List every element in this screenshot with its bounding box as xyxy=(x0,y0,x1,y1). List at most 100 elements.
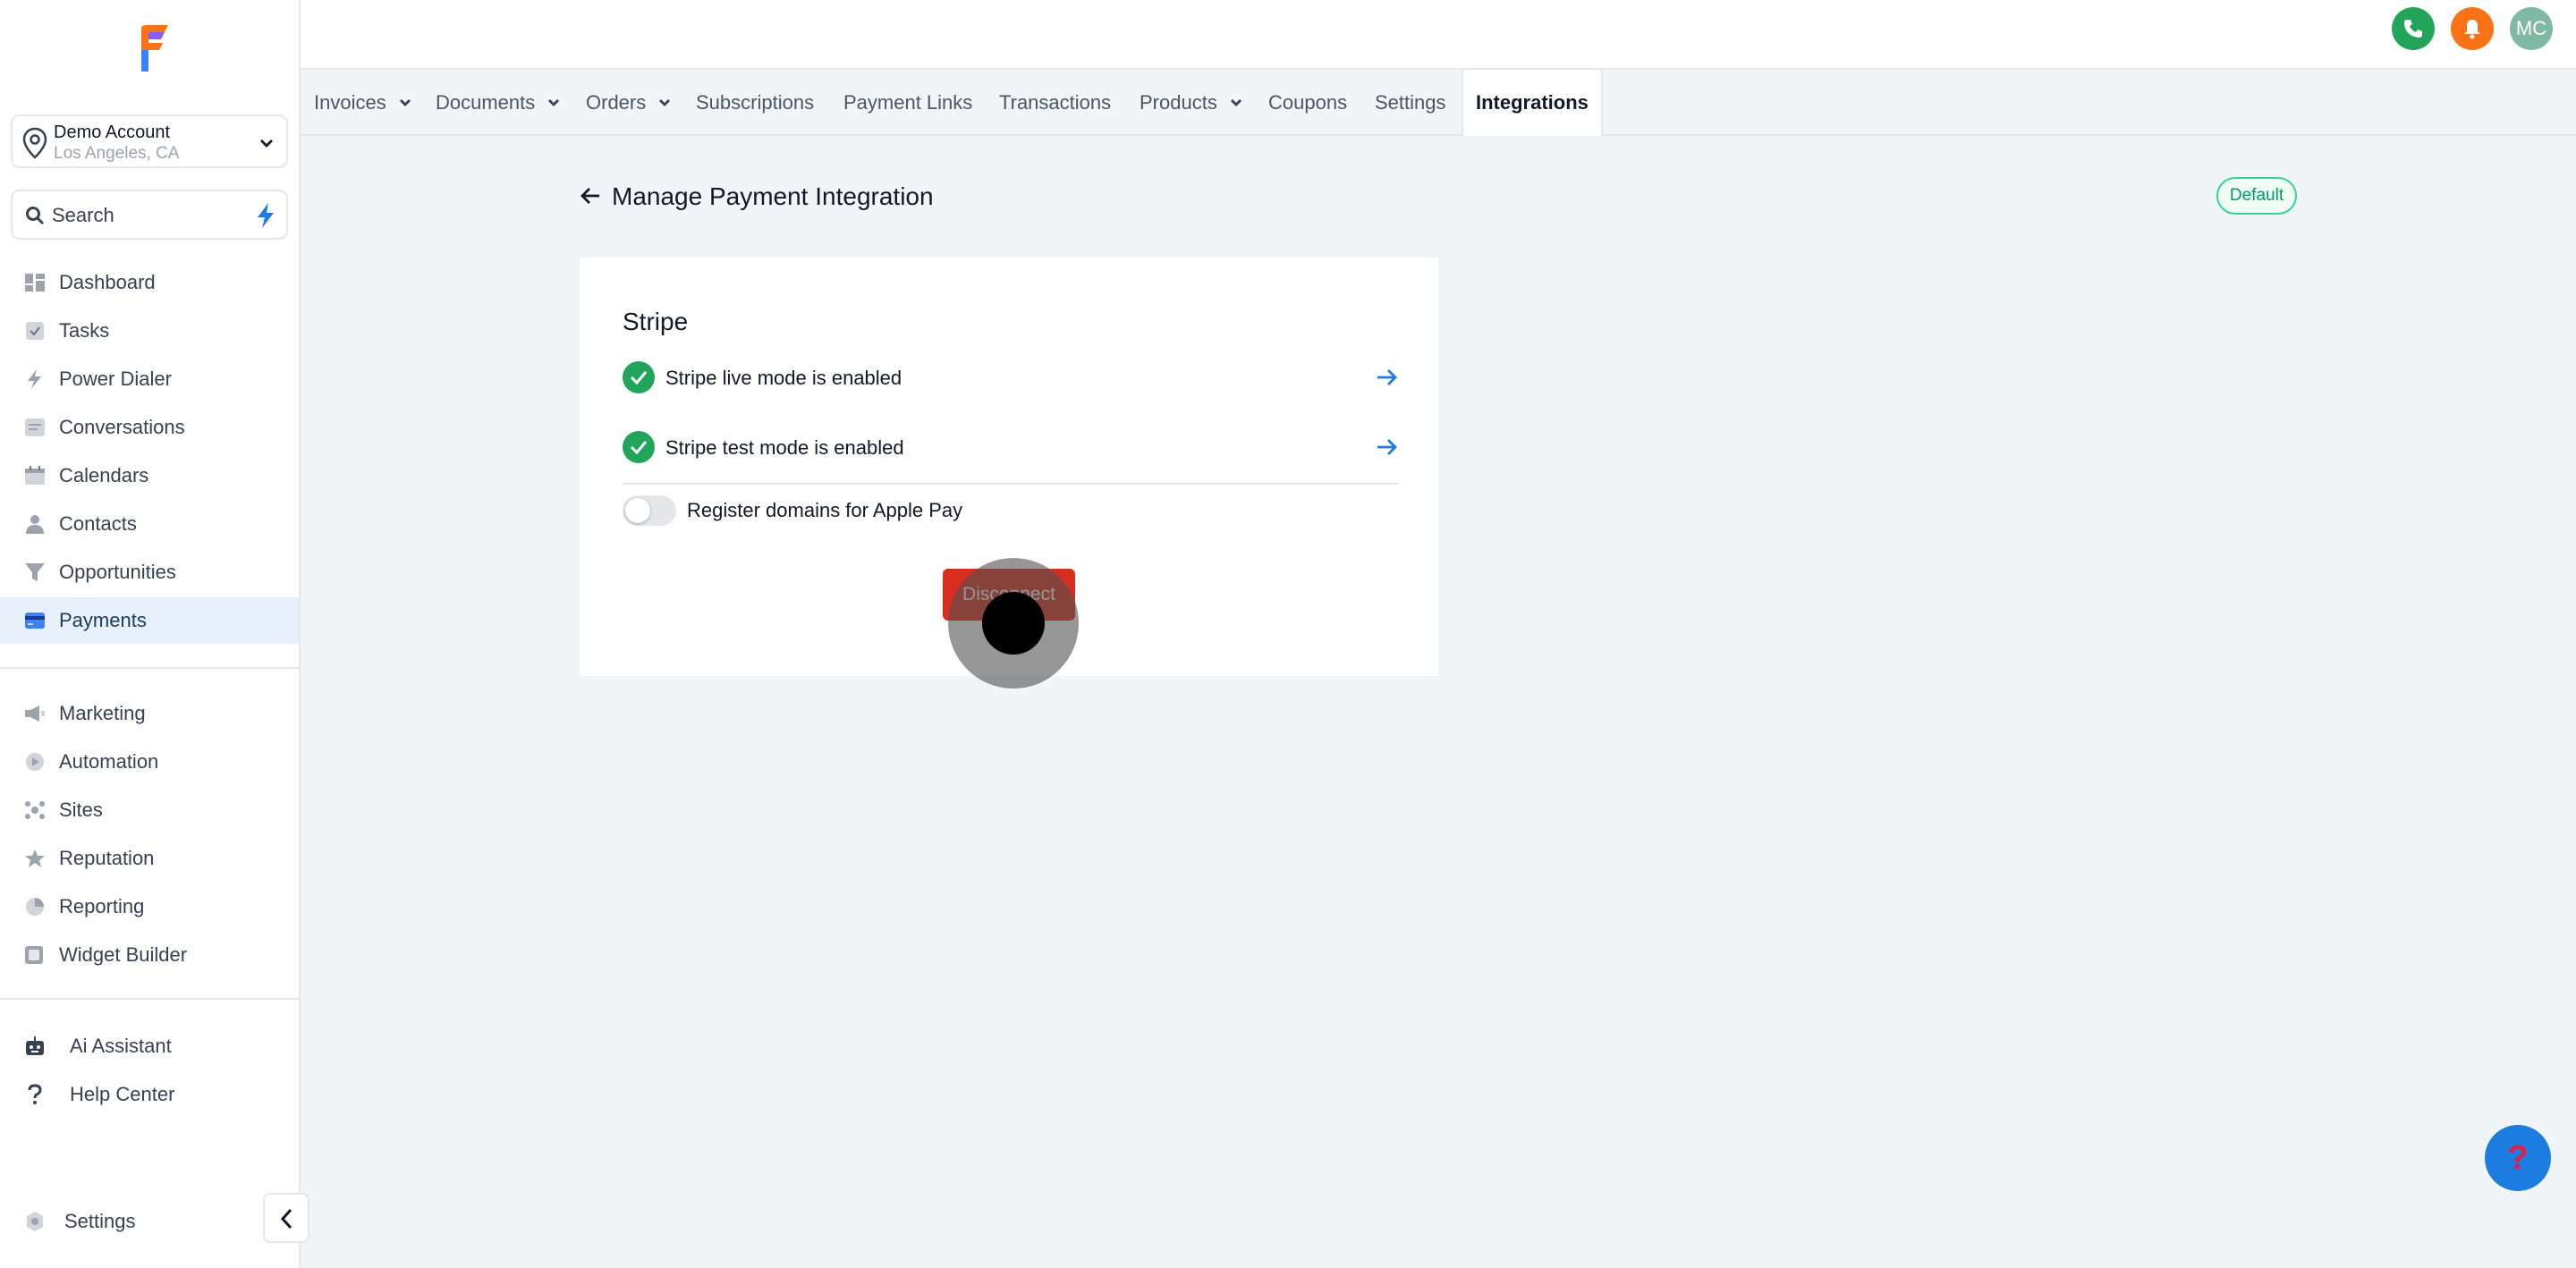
card-title: Stripe xyxy=(623,308,689,335)
location-pin-icon xyxy=(22,127,47,159)
sidebar-item-label: Calendars xyxy=(59,464,149,486)
status-badge: Default xyxy=(2216,177,2297,215)
sidebar-item-marketing[interactable]: Marketing xyxy=(0,690,299,737)
arrow-right-icon[interactable] xyxy=(1376,367,1399,388)
tab-label: Settings xyxy=(1375,91,1446,114)
sidebar-item-power-dialer[interactable]: Power Dialer xyxy=(0,356,299,402)
tab-orders[interactable]: Orders xyxy=(586,70,671,136)
tab-coupons[interactable]: Coupons xyxy=(1268,70,1347,136)
chevron-down-icon xyxy=(548,99,560,106)
check-circle-icon xyxy=(623,431,655,463)
tab-label: Integrations xyxy=(1476,91,1589,114)
sidebar-item-widget-builder[interactable]: Widget Builder xyxy=(0,932,299,978)
sidebar-item-reporting[interactable]: Reporting xyxy=(0,883,299,930)
stripe-test-mode-row[interactable]: Stripe test mode is enabled xyxy=(623,427,1399,470)
sidebar-item-label: Power Dialer xyxy=(59,368,172,390)
app-logo[interactable] xyxy=(129,23,172,73)
robot-icon xyxy=(26,1036,44,1055)
tab-transactions[interactable]: Transactions xyxy=(999,70,1111,136)
tab-products[interactable]: Products xyxy=(1140,70,1242,136)
tab-subscriptions[interactable]: Subscriptions xyxy=(696,70,814,136)
sidebar-item-reputation[interactable]: Reputation xyxy=(0,835,299,882)
tab-integrations[interactable]: Integrations xyxy=(1462,70,1603,136)
tab-label: Coupons xyxy=(1268,91,1348,114)
page-title: Manage Payment Integration xyxy=(612,182,934,210)
sidebar-item-sites[interactable]: Sites xyxy=(0,787,299,833)
chevron-left-icon xyxy=(280,1208,292,1230)
sidebar-item-help-center[interactable]: Help Center xyxy=(0,1071,299,1118)
tab-documents[interactable]: Documents xyxy=(436,70,560,136)
chevron-down-icon xyxy=(260,139,273,148)
sidebar-item-label: Reporting xyxy=(59,895,145,917)
question-icon: ? xyxy=(2507,1139,2529,1177)
tab-label: Products xyxy=(1140,91,1217,114)
account-switcher[interactable]: Demo Account Los Angeles, CA xyxy=(11,114,288,168)
tab-label: Subscriptions xyxy=(696,91,815,114)
tab-label: Invoices xyxy=(314,91,386,114)
star-icon xyxy=(25,850,45,867)
sidebar: Demo Account Los Angeles, CA Search Dash… xyxy=(0,0,301,1268)
notifications-button[interactable] xyxy=(2451,7,2494,50)
sidebar-item-payments[interactable]: Payments xyxy=(0,597,299,644)
tab-label: Transactions xyxy=(999,91,1112,114)
search-icon xyxy=(26,207,45,225)
chevron-down-icon xyxy=(659,99,671,106)
back-arrow-icon[interactable] xyxy=(580,186,601,206)
toggle-knob xyxy=(625,498,650,523)
automation-icon xyxy=(26,753,44,771)
sidebar-item-dashboard[interactable]: Dashboard xyxy=(0,259,299,306)
row-text: Stripe live mode is enabled xyxy=(665,367,902,389)
sites-icon xyxy=(25,801,45,819)
sidebar-item-label: Automation xyxy=(59,750,159,773)
sidebar-item-calendars[interactable]: Calendars xyxy=(0,452,299,499)
sidebar-divider xyxy=(0,667,299,669)
stripe-live-mode-row[interactable]: Stripe live mode is enabled xyxy=(623,358,1399,401)
help-widget-button[interactable]: ? xyxy=(2485,1125,2551,1191)
question-icon xyxy=(28,1084,42,1104)
account-location: Los Angeles, CA xyxy=(54,144,180,163)
sidebar-item-label: Payments xyxy=(59,609,147,631)
avatar-initials: MC xyxy=(2515,17,2547,39)
calendar-icon xyxy=(25,466,45,485)
sidebar-item-label: Widget Builder xyxy=(59,943,188,966)
sidebar-item-opportunities[interactable]: Opportunities xyxy=(0,549,299,596)
card-divider xyxy=(623,483,1399,485)
sidebar-item-label: Dashboard xyxy=(59,271,156,293)
sidebar-item-settings[interactable]: Settings xyxy=(0,1198,299,1245)
conversations-icon xyxy=(25,418,45,436)
lightning-icon[interactable] xyxy=(254,202,277,229)
sidebar-item-contacts[interactable]: Contacts xyxy=(0,501,299,547)
pie-chart-icon xyxy=(26,898,44,916)
sidebar-item-automation[interactable]: Automation xyxy=(0,739,299,785)
sidebar-item-label: Reputation xyxy=(59,847,155,869)
row-text: Stripe test mode is enabled xyxy=(665,436,904,459)
tab-payment-links[interactable]: Payment Links xyxy=(843,70,972,136)
account-name: Demo Account xyxy=(54,123,171,142)
sidebar-item-label: Help Center xyxy=(70,1083,175,1105)
payments-tab-bar: Invoices Documents Orders Subscriptions … xyxy=(301,68,2576,136)
tasks-icon xyxy=(26,322,44,340)
sidebar-item-label: Ai Assistant xyxy=(70,1035,172,1057)
phone-button[interactable] xyxy=(2392,7,2435,50)
check-circle-icon xyxy=(623,361,655,393)
contacts-icon xyxy=(26,515,44,534)
sidebar-item-conversations[interactable]: Conversations xyxy=(0,404,299,451)
chevron-down-icon xyxy=(399,99,411,106)
sidebar-item-ai-assistant[interactable]: Ai Assistant xyxy=(0,1023,299,1069)
arrow-right-icon[interactable] xyxy=(1376,436,1399,458)
search-input[interactable]: Search xyxy=(11,190,288,240)
payments-icon xyxy=(25,613,45,629)
phone-icon xyxy=(2404,20,2422,38)
power-dialer-icon xyxy=(28,369,41,389)
avatar[interactable]: MC xyxy=(2510,7,2553,50)
gear-icon xyxy=(27,1212,43,1231)
sidebar-item-label: Conversations xyxy=(59,416,185,438)
apple-pay-domains-toggle[interactable] xyxy=(623,495,676,526)
tab-settings[interactable]: Settings xyxy=(1375,70,1446,136)
tab-invoices[interactable]: Invoices xyxy=(314,70,411,136)
funnel-icon xyxy=(25,563,45,581)
sidebar-item-label: Contacts xyxy=(59,512,137,535)
collapse-sidebar-button[interactable] xyxy=(263,1193,309,1243)
sidebar-item-tasks[interactable]: Tasks xyxy=(0,308,299,354)
cursor-dot xyxy=(982,592,1045,655)
